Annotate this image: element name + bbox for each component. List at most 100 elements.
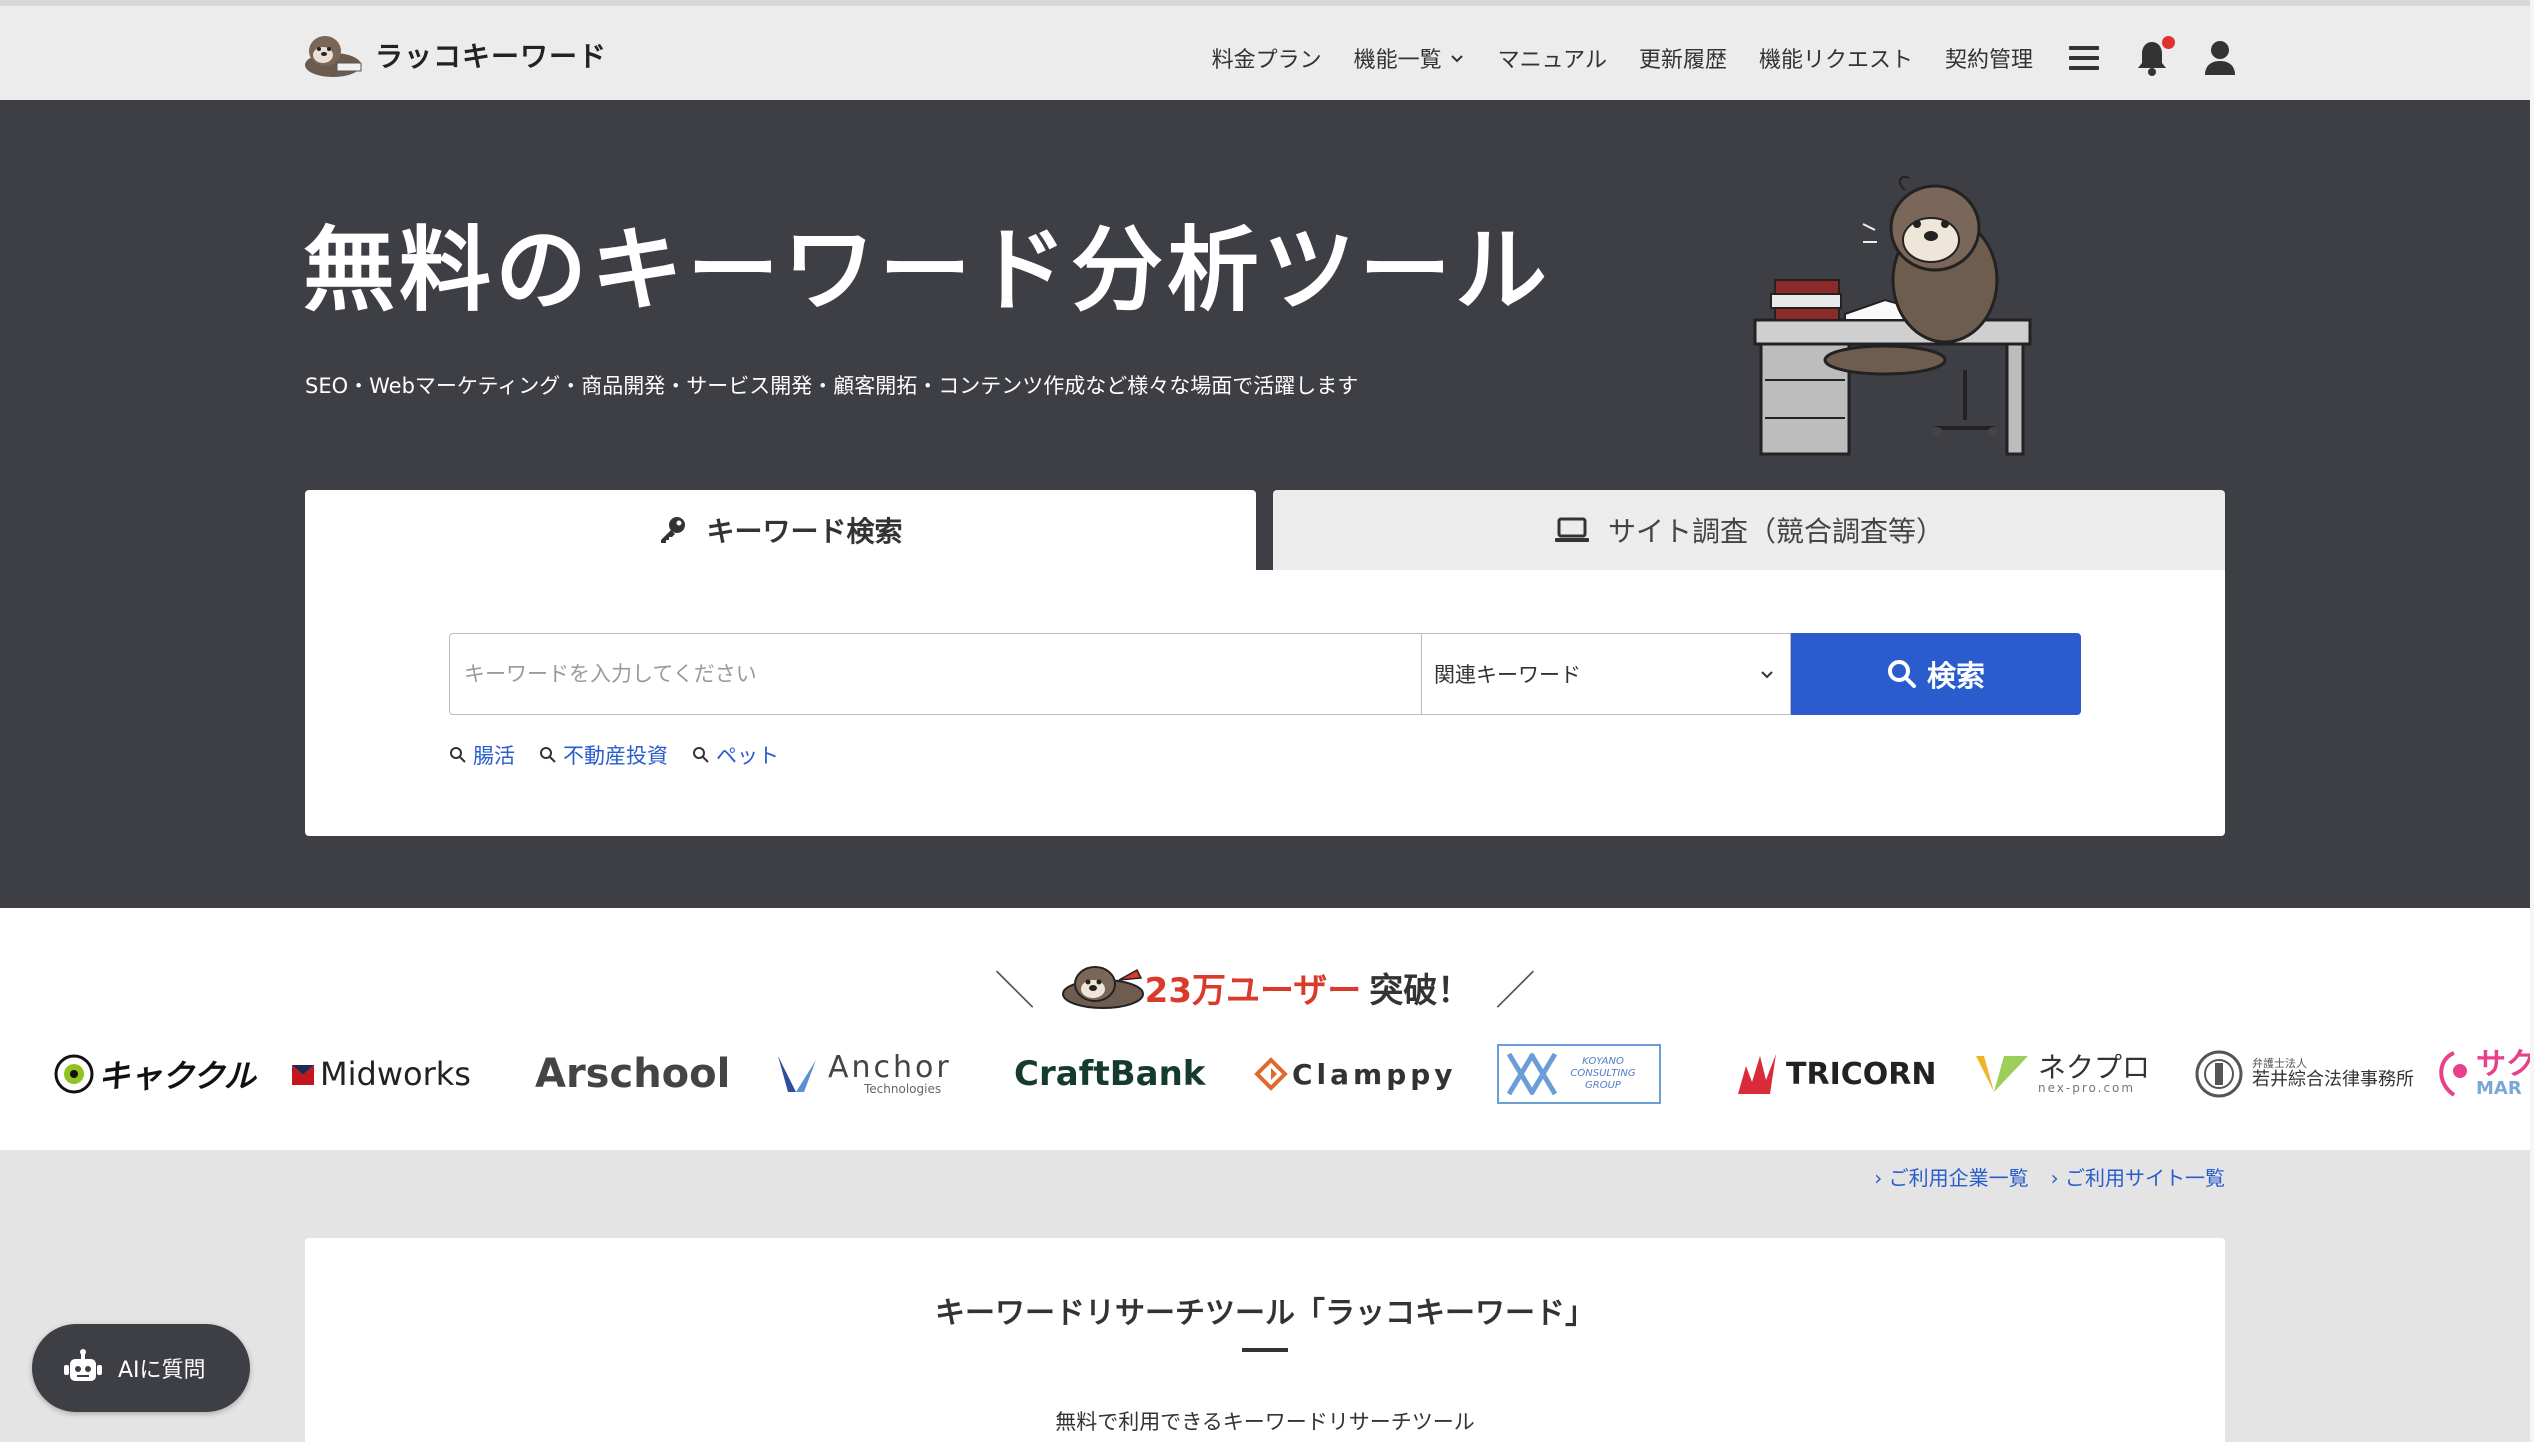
companies-list-link[interactable]: › ご利用企業一覧 bbox=[1874, 1162, 2028, 1191]
search-mode-select[interactable]: 関連キーワード bbox=[1421, 633, 1791, 715]
suggested-keyword-label: 不動産投資 bbox=[563, 744, 668, 768]
about-subtitle: 無料で利用できるキーワードリサーチツール bbox=[1055, 1410, 1475, 1434]
client-logo-sakura: サク MAR bbox=[2432, 1038, 2530, 1110]
search-button[interactable]: 検索 bbox=[1791, 633, 2081, 715]
search-icon bbox=[693, 747, 709, 763]
title-underline bbox=[1242, 1348, 1288, 1352]
tab-keyword-search[interactable]: キーワード検索 bbox=[305, 490, 1256, 570]
search-icon bbox=[1887, 660, 1916, 688]
midworks-mark-icon bbox=[292, 1065, 314, 1085]
client-logo-tricorn: TRICORN bbox=[1736, 1038, 1936, 1110]
otter-face-icon bbox=[1061, 966, 1144, 1009]
nav-request[interactable]: 機能リクエスト bbox=[1759, 42, 1913, 74]
user-count-section: ＼ 23万ユーザー 突破！ ／ キャククル Midworks Arschool … bbox=[0, 908, 2530, 1150]
hamburger-menu-icon bbox=[2069, 46, 2099, 70]
scrollbar[interactable] bbox=[2530, 0, 2534, 1442]
client-logo-wakai-text: 若井綜合法律事務所 bbox=[2252, 1069, 2414, 1091]
target-icon bbox=[54, 1054, 94, 1094]
notification-badge bbox=[2162, 36, 2175, 49]
ai-question-button[interactable]: AIに質問 bbox=[32, 1324, 250, 1412]
search-panel: 関連キーワード 検索 腸活 不動産投資 bbox=[305, 570, 2225, 836]
otter-mascot-illustration bbox=[1753, 176, 2032, 456]
client-logo-anchor-text: Anchor bbox=[828, 1050, 952, 1085]
chevron-right-icon: › bbox=[1874, 1166, 1889, 1190]
client-logo-clamppy: Clamppy bbox=[1254, 1038, 1457, 1110]
nav-features[interactable]: 機能一覧 bbox=[1354, 42, 1466, 74]
suggested-keyword-link[interactable]: ペット bbox=[692, 740, 779, 770]
page: ラッコキーワード 料金プラン 機能一覧 マニュアル 更新履歴 機能リクエスト 契… bbox=[0, 0, 2530, 1442]
client-logo-nexpro: ネクプロ nex-pro.com bbox=[1974, 1038, 2150, 1110]
client-logo-craftbank-text: CraftBank bbox=[1014, 1054, 1206, 1094]
chevron-right-icon: › bbox=[2050, 1166, 2065, 1190]
suggested-keyword-link[interactable]: 不動産投資 bbox=[539, 740, 668, 770]
search-button-label: 検索 bbox=[1926, 659, 1985, 693]
client-logo-nexpro-sub: nex-pro.com bbox=[2038, 1081, 2136, 1096]
main-nav: 料金プラン 機能一覧 マニュアル 更新履歴 機能リクエスト 契約管理 bbox=[1180, 34, 2237, 82]
user-count-heading: ＼ 23万ユーザー 突破！ ／ bbox=[0, 958, 2530, 1016]
client-logo-craftbank: CraftBank bbox=[1014, 1038, 1205, 1110]
sakura-mark-icon bbox=[2439, 1051, 2467, 1097]
nexpro-mark-icon bbox=[1976, 1056, 2028, 1092]
decor-slash-right: ／ bbox=[1495, 968, 1536, 1014]
client-logo-sakura-text: サク bbox=[2476, 1047, 2530, 1082]
suggested-keyword-label: ペット bbox=[716, 744, 779, 768]
client-logo-midworks-text: Midworks bbox=[320, 1055, 471, 1093]
user-icon bbox=[2205, 41, 2235, 75]
client-logo-wakai: 弁護士法人 若井綜合法律事務所 bbox=[2194, 1038, 2414, 1110]
laptop-icon bbox=[1554, 516, 1590, 544]
suggested-keywords: 腸活 不動産投資 ペット bbox=[449, 740, 803, 770]
client-logo-sakura-sub: MAR bbox=[2476, 1078, 2522, 1099]
nav-features-label: 機能一覧 bbox=[1353, 48, 1442, 73]
koyano-mark-icon bbox=[1506, 1052, 1558, 1096]
decor-slash-left: ＼ bbox=[994, 968, 1035, 1014]
menu-button[interactable] bbox=[2067, 43, 2101, 73]
nav-history[interactable]: 更新履歴 bbox=[1639, 42, 1727, 74]
tab-keyword-label: キーワード検索 bbox=[706, 515, 903, 548]
user-count-suffix: 突破！ bbox=[1369, 970, 1472, 1011]
nav-manual[interactable]: マニュアル bbox=[1498, 42, 1607, 74]
hero-title: 無料のキーワード分析ツール bbox=[303, 217, 1552, 324]
chevron-down-icon bbox=[1450, 55, 1463, 63]
client-logo-kyakukuru: キャククル bbox=[52, 1038, 256, 1110]
client-logo-tricorn-text: TRICORN bbox=[1786, 1056, 1937, 1092]
tab-site-research[interactable]: サイト調査（競合調査等） bbox=[1273, 490, 2225, 570]
key-icon bbox=[658, 515, 688, 545]
account-button[interactable] bbox=[2203, 39, 2237, 77]
search-tabs: キーワード検索 サイト調査（競合調査等） bbox=[305, 490, 2225, 570]
search-form: 関連キーワード 検索 bbox=[449, 633, 2081, 715]
client-logo-clamppy-text: Clamppy bbox=[1292, 1057, 1457, 1091]
sites-list-link[interactable]: › ご利用サイト一覧 bbox=[2051, 1162, 2225, 1191]
suggested-keyword-label: 腸活 bbox=[473, 744, 515, 768]
client-logo-arschool: Arschool bbox=[535, 1038, 730, 1110]
hero-section: 無料のキーワード分析ツール SEO・Webマーケティング・商品開発・サービス開発… bbox=[0, 100, 2530, 908]
nav-pricing[interactable]: 料金プラン bbox=[1212, 42, 1322, 74]
client-logo-kyakukuru-text: キャククル bbox=[98, 1057, 256, 1095]
hero-subtitle: SEO・Webマーケティング・商品開発・サービス開発・顧客開拓・コンテンツ作成な… bbox=[305, 374, 1359, 398]
logo[interactable]: ラッコキーワード bbox=[303, 28, 607, 82]
client-logo-koyano: KOYANO CONSULTING GROUP bbox=[1497, 1038, 1661, 1110]
chevron-down-icon bbox=[1761, 671, 1773, 679]
tab-site-label: サイト調査（競合調査等） bbox=[1607, 515, 1944, 548]
logo-text: ラッコキーワード bbox=[375, 40, 608, 73]
anchor-mark-icon bbox=[778, 1056, 816, 1092]
client-logo-arschool-text: Arschool bbox=[535, 1051, 731, 1097]
suggested-keyword-link[interactable]: 腸活 bbox=[449, 740, 515, 770]
about-section: キーワードリサーチツール「ラッコキーワード」 無料で利用できるキーワードリサーチ… bbox=[305, 1238, 2225, 1442]
about-title: キーワードリサーチツール「ラッコキーワード」 bbox=[935, 1296, 1595, 1331]
client-logo-nexpro-text: ネクプロ bbox=[2038, 1051, 2151, 1084]
robot-icon bbox=[64, 1349, 102, 1381]
notification-button[interactable] bbox=[2135, 36, 2175, 77]
companies-list-label: ご利用企業一覧 bbox=[1888, 1166, 2029, 1190]
site-header: ラッコキーワード 料金プラン 機能一覧 マニュアル 更新履歴 機能リクエスト 契… bbox=[0, 0, 2530, 100]
usage-links: › ご利用企業一覧 › ご利用サイト一覧 bbox=[1852, 1162, 2225, 1191]
user-count: 23万ユーザー bbox=[1144, 970, 1362, 1011]
ai-question-label: AIに質問 bbox=[118, 1358, 206, 1383]
search-icon bbox=[540, 747, 556, 763]
wakai-emblem-icon bbox=[2195, 1050, 2243, 1098]
nav-contract[interactable]: 契約管理 bbox=[1945, 42, 2033, 74]
clamppy-mark-icon bbox=[1254, 1057, 1288, 1091]
keyword-search-input[interactable] bbox=[449, 633, 1421, 715]
client-logo-anchor-sub: Technologies bbox=[864, 1082, 942, 1096]
client-logo-koyano-text: KOYANO CONSULTING GROUP bbox=[1570, 1056, 1636, 1091]
tricorn-mark-icon bbox=[1738, 1054, 1776, 1094]
